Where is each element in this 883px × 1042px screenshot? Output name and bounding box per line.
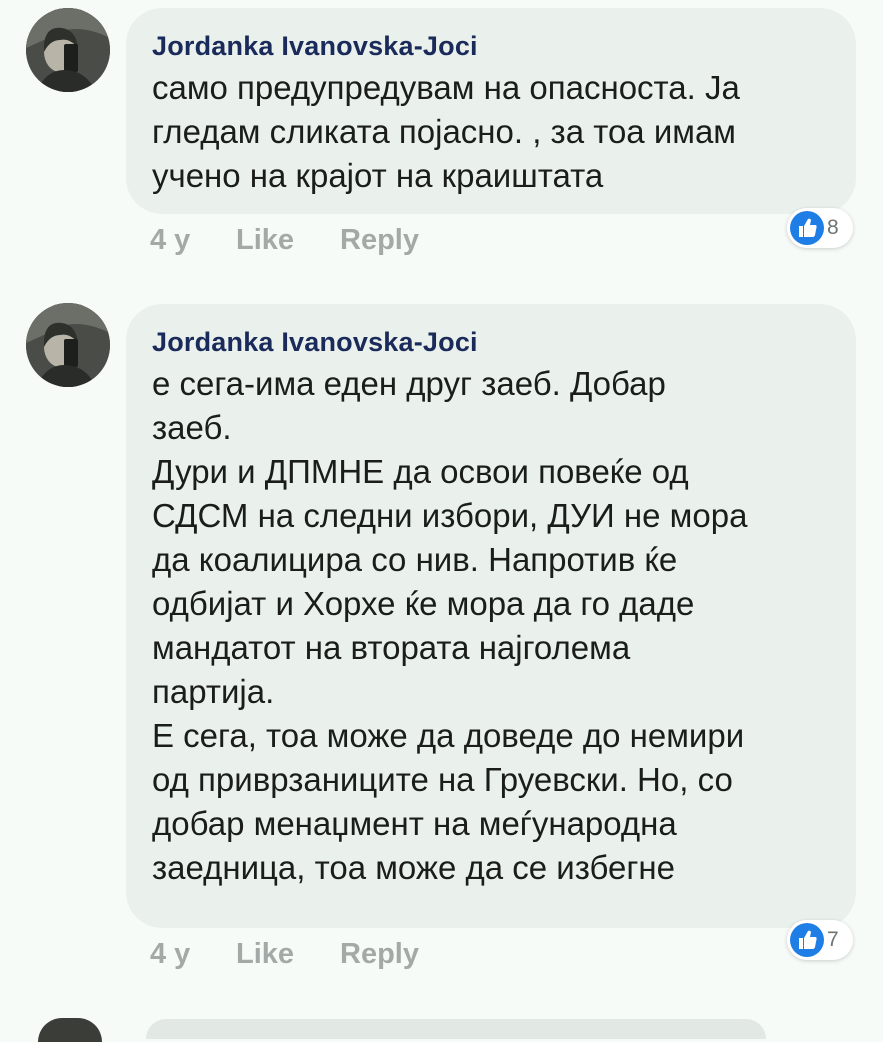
comment-text-line: мандатот на втората најголема [152, 629, 631, 666]
comment-actions: 4 y Like Reply [150, 224, 419, 257]
avatar[interactable] [26, 8, 110, 92]
thumbs-up-icon [790, 211, 824, 245]
comment-bubble: Jordanka Ivanovska-Joci е сега-има еден … [126, 304, 856, 928]
comment-text-line: заедница, тоа може да се избегне [152, 849, 675, 886]
comment-text: само предупредувам на опасноста. Ја глед… [152, 66, 832, 198]
comment-author[interactable]: Jordanka Ivanovska-Joci [152, 30, 832, 62]
comment-text-line: одбијат и Хорхе ќе мора да го даде [152, 585, 695, 622]
comment-text-line: само предупредувам на опасноста. Ја [152, 69, 740, 106]
comment-text-line: партија. [152, 673, 275, 710]
thumbs-up-icon [790, 923, 824, 957]
reaction-badge[interactable]: 8 [787, 208, 853, 248]
comment-timestamp[interactable]: 4 y [150, 224, 236, 257]
comment-text-line: од приврзаниците на Груевски. Но, со [152, 761, 733, 798]
comment-text-line: добар менаџмент на меѓународна [152, 805, 677, 842]
comment-text-line: заеб. [152, 409, 232, 446]
like-button[interactable]: Like [236, 224, 340, 257]
reply-button[interactable]: Reply [340, 938, 419, 971]
comment-text-line: гледам сликата појасно. , за тоа имам [152, 113, 736, 150]
comment-text-line: е сега-има еден друг заеб. Добар [152, 365, 666, 402]
avatar-photo-icon [26, 303, 110, 387]
comment-timestamp[interactable]: 4 y [150, 938, 236, 971]
comment-bubble: Jordanka Ivanovska-Joci само предупредув… [126, 8, 856, 214]
like-button[interactable]: Like [236, 938, 340, 971]
reaction-count: 7 [827, 928, 839, 951]
reaction-count: 8 [827, 216, 839, 239]
reply-button[interactable]: Reply [340, 224, 419, 257]
comment-text-line: Е сега, тоа може да доведе до немири [152, 717, 745, 754]
comment-text-line: учено на крајот на краиштата [152, 157, 604, 194]
comment-author[interactable]: Jordanka Ivanovska-Joci [152, 326, 832, 358]
comment-text-line: да коалицира со нив. Напротив ќе [152, 541, 678, 578]
comment-text: е сега-има еден друг заеб. Добар заеб. Д… [152, 362, 832, 890]
avatar-photo-icon [26, 8, 110, 92]
comment-text-line: Дури и ДПМНЕ да освои повеќе од [152, 453, 689, 490]
comment-text-line: СДСМ на следни избори, ДУИ не мора [152, 497, 748, 534]
reaction-badge[interactable]: 7 [787, 920, 853, 960]
comment-bubble [146, 1019, 766, 1039]
comment-actions: 4 y Like Reply [150, 938, 419, 971]
avatar[interactable] [26, 303, 110, 387]
